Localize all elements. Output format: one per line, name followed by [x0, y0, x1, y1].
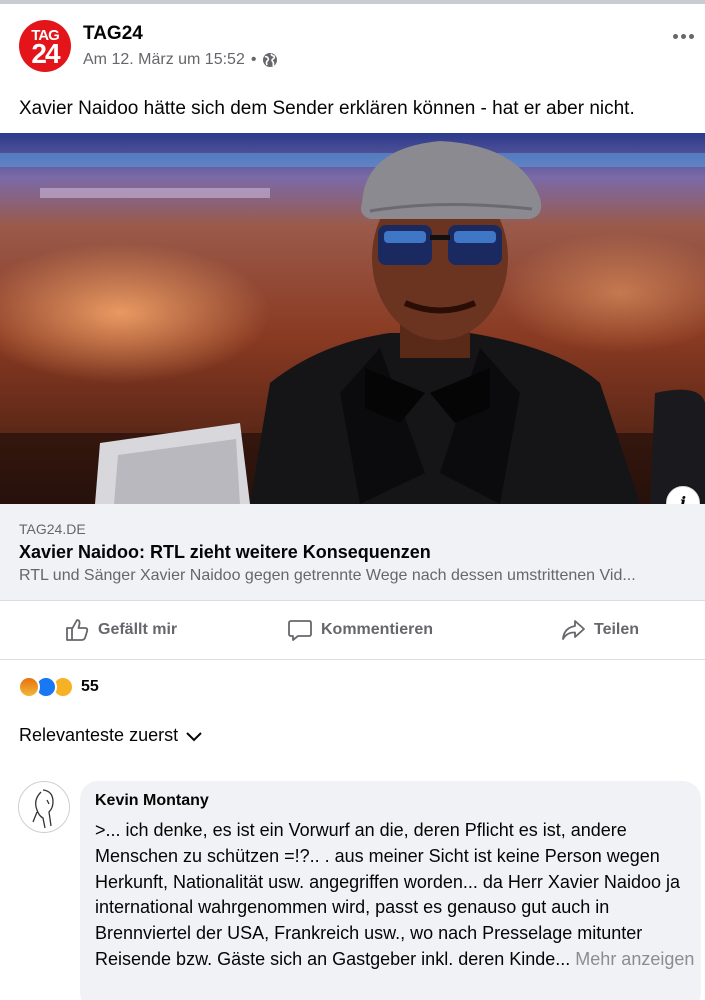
post-text: Xavier Naidoo hätte sich dem Sender erkl…	[19, 98, 635, 119]
sort-label: Relevanteste zuerst	[19, 725, 179, 745]
like-label: Gefällt mir	[98, 621, 178, 638]
angry-icon	[18, 676, 40, 698]
post-timestamp[interactable]: Am 12. März um 15:52	[83, 51, 245, 69]
comment-sort-dropdown[interactable]: Relevanteste zuerst	[19, 725, 204, 746]
more-options-icon[interactable]	[668, 26, 698, 46]
comment-label: Kommentieren	[321, 621, 434, 638]
post-header: TAG 24 TAG24 Am 12. März um 15:52 •	[0, 4, 705, 84]
comment-author[interactable]: Kevin Montany	[95, 792, 209, 810]
comment-text: >... ich denke, es ist ein Vorwurf an di…	[95, 818, 695, 973]
share-label: Teilen	[594, 621, 640, 638]
logo-text-bottom: 24	[31, 38, 60, 69]
link-preview[interactable]: TAG24.DE Xavier Naidoo: RTL zieht weiter…	[0, 504, 705, 600]
show-more-link[interactable]: Mehr anzeigen	[575, 949, 694, 969]
comment-body: >... ich denke, es ist ein Vorwurf an di…	[95, 820, 680, 969]
globe-icon	[263, 53, 278, 67]
like-button[interactable]: Gefällt mir	[64, 601, 177, 659]
reaction-summary[interactable]: 55	[18, 676, 99, 698]
meta-separator: •	[250, 51, 257, 68]
commenter-avatar[interactable]	[18, 781, 70, 833]
page-avatar[interactable]: TAG 24	[19, 20, 71, 72]
share-button[interactable]: Teilen	[560, 601, 639, 659]
thumbs-up-icon	[66, 619, 89, 641]
link-title[interactable]: Xavier Naidoo: RTL zieht weitere Konsequ…	[19, 542, 431, 563]
comment-bubble: Kevin Montany >... ich denke, es ist ein…	[80, 781, 701, 1000]
post-meta: Am 12. März um 15:52 •	[83, 51, 278, 69]
share-icon	[562, 620, 585, 640]
page-name[interactable]: TAG24	[83, 23, 143, 45]
post-image[interactable]	[0, 133, 705, 504]
comment-button[interactable]: Kommentieren	[287, 601, 433, 659]
link-domain: TAG24.DE	[19, 521, 86, 537]
chevron-down-icon	[186, 731, 202, 741]
action-bar: Gefällt mir Kommentieren Teilen	[0, 600, 705, 660]
comment-icon	[288, 620, 312, 641]
reaction-count: 55	[81, 678, 99, 695]
link-description: RTL und Sänger Xavier Naidoo gegen getre…	[19, 567, 636, 584]
